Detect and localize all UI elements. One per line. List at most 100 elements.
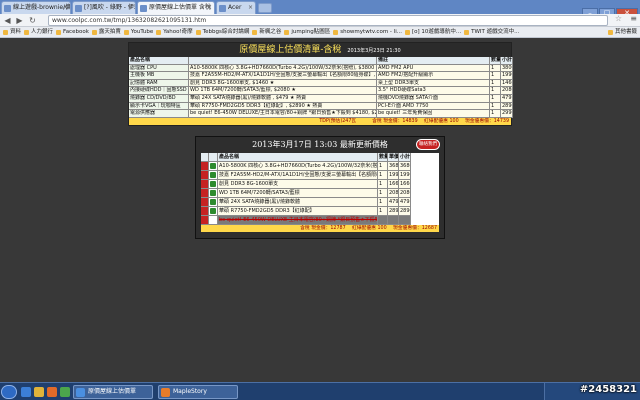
update-item-name: 技嘉 F2A55M-HD2/M-ATX/1A1D1H/全固態/支援三螢幕輸出【名… — [218, 171, 378, 180]
row-checkbox[interactable] — [209, 180, 218, 189]
tab-label: Acer — [228, 4, 242, 11]
update-header-cell: 產品名稱 — [218, 153, 378, 162]
taskbar-button[interactable]: 原價屋線上估價單 — [73, 385, 153, 399]
update-item-qty — [378, 216, 388, 225]
browser-tab[interactable]: Acer × — [216, 1, 256, 14]
update-item-qty: 1 — [378, 207, 388, 216]
bookmark-item[interactable]: Facebook — [56, 27, 89, 37]
quote-cell: 2080 — [501, 87, 513, 95]
app-icon — [161, 388, 170, 397]
quote-cell: 1 — [490, 87, 501, 95]
ie-icon[interactable] — [21, 387, 31, 397]
browser-tab[interactable]: 原價屋線上估價單 含稅 × — [137, 1, 215, 14]
update-item-price: 2890 — [388, 207, 399, 216]
taskbar-button-label: 原價屋線上估價單 — [88, 388, 137, 395]
quote-cell: 技嘉 F2A55M-HD2/M-ATX/1A1D1H/全固態/支援三螢幕輸出【名… — [189, 72, 377, 80]
start-orb-icon[interactable] — [1, 385, 17, 399]
other-bookmarks[interactable]: 其他書籤 — [607, 27, 637, 37]
quote-cell: 電源供應器 — [129, 110, 189, 118]
tab-label: 原價屋線上估價單 含稅 — [149, 4, 211, 11]
tab-close-icon[interactable]: × — [207, 2, 212, 14]
update-item-price: 1990 — [388, 171, 399, 180]
quote-cell: 桌上型 DDR3單支 — [377, 79, 490, 88]
quote-cell: 記憶體 RAM — [129, 79, 189, 88]
bookmark-item[interactable]: Yahoo!奇摩 — [156, 27, 193, 37]
header-blank — [201, 153, 209, 162]
contact-button[interactable]: 聯絡我們 — [416, 139, 440, 150]
watermark-text: #2458321 — [579, 384, 637, 395]
folder-icon[interactable] — [34, 387, 44, 397]
quote-cell: be quiet! 三年免費保固 — [377, 110, 490, 118]
update-item-qty: 1 — [378, 180, 388, 189]
quote-cell: 3.5" HDD硬碟Sata3 — [377, 87, 490, 95]
quote-title: 原價屋線上估價清單-含稅 2013年3月23日 21:30 — [129, 43, 511, 57]
back-arrow-icon[interactable]: ◀ — [2, 15, 13, 26]
quote-header-cell: 備註 — [377, 57, 490, 65]
update-total: 含稅 現金價：12787 紅綠配優惠 100 現金優惠價：12687 — [201, 225, 439, 232]
forward-arrow-icon[interactable]: ▶ — [14, 15, 25, 26]
chrome-icon[interactable] — [60, 387, 70, 397]
update-header-cell: 小計 — [399, 153, 411, 162]
tab-close-icon[interactable]: × — [128, 2, 133, 14]
quote-cell: 處理器 CPU — [129, 64, 189, 73]
quote-header-cell — [189, 57, 377, 65]
bookmark-item[interactable]: Tebbgs綜合討論網 — [195, 27, 249, 37]
bookmark-item[interactable]: 露天拍賣 — [91, 27, 121, 37]
wrench-menu-icon[interactable]: ≡ — [630, 14, 637, 23]
update-item-qty: 1 — [378, 171, 388, 180]
quote-cell: 479 — [501, 94, 513, 103]
update-item-name: 華碩 R7750-FMD2GD5 DDR3【紅綠配】 — [218, 207, 378, 216]
quote-header-cell: 產品名稱 — [129, 57, 189, 65]
bookmark-item[interactable]: [o] 10遊戲導航中... — [404, 27, 461, 37]
quote-total: TDP(預估)247瓦 含稅 現金價：14839 紅綠配優惠 100 現金優惠價… — [129, 117, 511, 125]
new-tab-button[interactable] — [258, 3, 272, 13]
bookmark-item[interactable]: YouTube — [123, 27, 153, 37]
bookmark-star-icon[interactable]: ☆ — [615, 14, 622, 23]
row-checkbox[interactable] — [209, 198, 218, 207]
bookmark-item[interactable]: 新楓之谷 — [252, 27, 281, 37]
address-bar[interactable]: www.coolpc.com.tw/tmp/13632082621095131.… — [48, 15, 608, 26]
row-checkbox[interactable] — [209, 162, 218, 171]
bookmark-item[interactable]: TWIT 遊戲交流中... — [464, 27, 519, 37]
row-checkbox[interactable] — [209, 189, 218, 198]
update-item-price — [388, 216, 399, 225]
update-item-name: be quiet! E6-450W DELUXE 主日本電容/80+銅牌 *銀日… — [218, 216, 378, 225]
tab-close-icon[interactable]: × — [248, 2, 253, 14]
quote-cell: 2990 — [501, 110, 513, 118]
address-text: www.coolpc.com.tw/tmp/13632082621095131.… — [52, 17, 207, 24]
update-item-name: 創見 DDR3 8G-1600單支 — [218, 180, 378, 189]
update-header: 2013年3月17日 13:03 最新更新價格 聯絡我們 — [196, 137, 444, 153]
quote-cell: 1 — [490, 72, 501, 80]
bookmark-item[interactable]: jumping貼圖區 — [284, 27, 330, 37]
update-item-price: 479 — [388, 198, 399, 207]
browser-tab[interactable]: 線上遊戲-brownie/傭宜 × — [1, 1, 71, 14]
bookmark-item[interactable]: 資料 — [3, 27, 21, 37]
quote-cell: be quiet! E6-450W DELUXE/主日本電容/80+銅牌 *銀日… — [189, 110, 377, 118]
quote-header-cell: 小計 — [501, 57, 513, 65]
bookmark-item[interactable]: showmytwtv.com - li... — [333, 27, 402, 37]
update-item-price: 2080 — [388, 189, 399, 198]
windows-taskbar: 原價屋線上估價單 MapleStory — [0, 382, 640, 400]
row-marker — [201, 180, 209, 189]
browser-tab-strip: 線上遊戲-brownie/傭宜×[?]風吹 - 綠野 - 伊莉討論區×原價屋線上… — [0, 0, 640, 19]
quote-cell: 華碩 R7750-FMD2GD5 DDR3【紅綠配】, $2890 ★ 熱賣 — [189, 102, 377, 111]
bookmark-item[interactable]: 人力銀行 — [24, 27, 53, 37]
tab-close-icon[interactable]: × — [63, 2, 68, 14]
update-grid: 產品名稱數量單價小計 A10-5800K 四核心 3.8G+HD7660D(Tur… — [201, 153, 439, 225]
browser-tab[interactable]: [?]風吹 - 綠野 - 伊莉討論區× — [72, 1, 136, 14]
reload-icon[interactable]: ↻ — [27, 15, 38, 26]
row-checkbox[interactable] — [209, 171, 218, 180]
row-checkbox[interactable] — [209, 207, 218, 216]
header-blank — [209, 153, 218, 162]
quote-cell: 1 — [490, 110, 501, 118]
quote-header-cell: 數量 — [490, 57, 501, 65]
media-player-icon[interactable] — [47, 387, 57, 397]
quote-cell: 1 — [490, 94, 501, 103]
row-marker — [201, 189, 209, 198]
row-checkbox[interactable] — [209, 216, 218, 225]
quote-title-text: 原價屋線上估價清單-含稅 — [239, 45, 342, 55]
quote-cell: 顯示卡VGA｜玩咖特區 — [129, 102, 189, 111]
screen: 線上遊戲-brownie/傭宜×[?]風吹 - 綠野 - 伊莉討論區×原價屋線上… — [0, 0, 640, 400]
quote-cell: 1 — [490, 102, 501, 111]
taskbar-button[interactable]: MapleStory — [158, 385, 238, 399]
